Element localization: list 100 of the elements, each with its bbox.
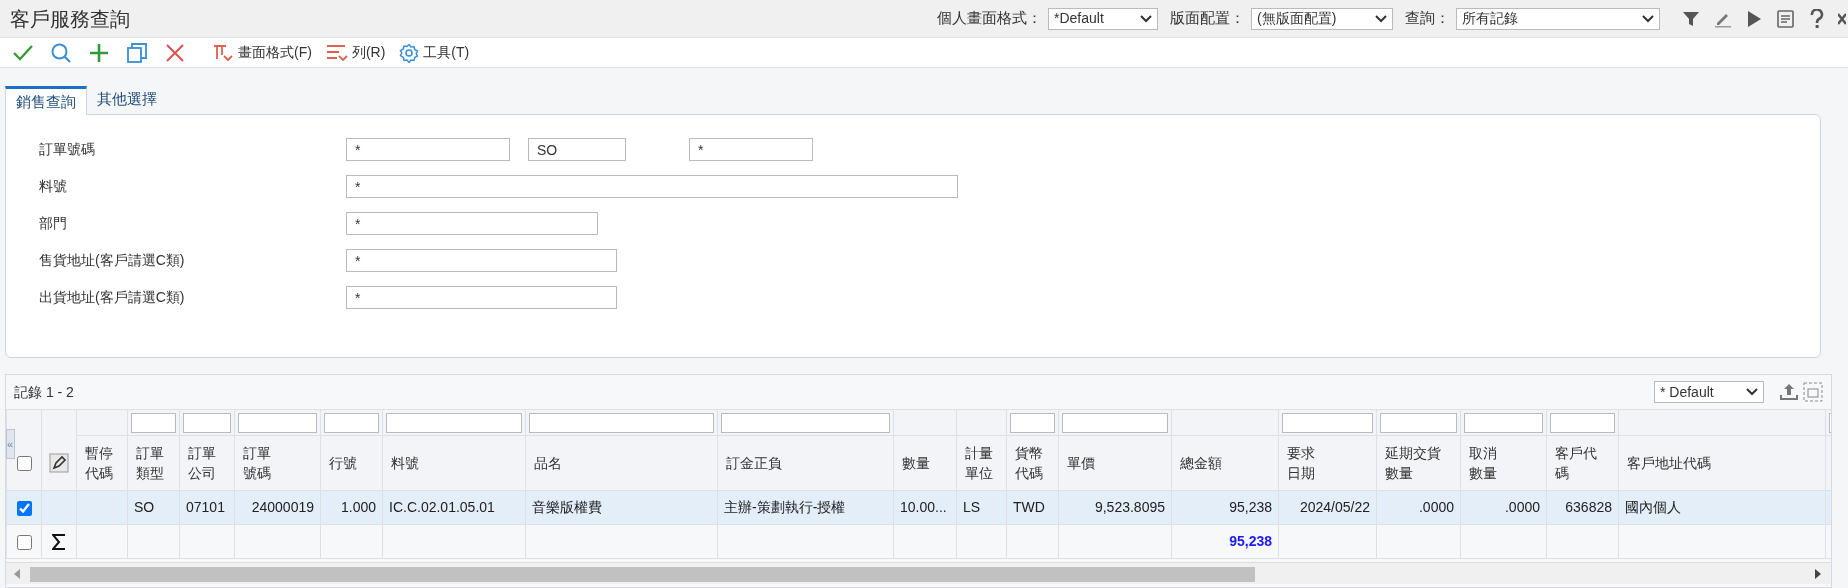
delete-icon[interactable]	[164, 41, 186, 64]
filter-field[interactable]	[131, 412, 176, 433]
table-cell: 95,238	[1171, 490, 1279, 525]
column-header[interactable]: 取消 數量	[1460, 435, 1547, 491]
search-icon[interactable]	[50, 41, 72, 64]
table-cell: 636828	[1546, 490, 1619, 525]
copy-icon[interactable]	[126, 41, 148, 64]
column-header[interactable]: 料號	[382, 435, 526, 491]
sum-icon	[52, 534, 66, 551]
column-header[interactable]: 訂金正負	[717, 435, 894, 491]
column-header[interactable]: 客戶代 碼	[1546, 435, 1619, 491]
column-header[interactable]: 要求 日期	[1278, 435, 1377, 491]
column-header[interactable]: 訂單 類型	[127, 435, 180, 491]
export-icon[interactable]	[1779, 383, 1799, 401]
table-cell: IC.C.02.01.05.01	[382, 490, 526, 525]
column-header[interactable]: 單價	[1058, 435, 1172, 491]
filter-field[interactable]	[324, 412, 379, 433]
filter-field[interactable]	[1282, 412, 1373, 433]
row-checkbox[interactable]	[16, 500, 32, 516]
filter-field[interactable]	[386, 412, 522, 433]
input-field[interactable]: SO	[528, 138, 626, 161]
columns-icon	[212, 42, 234, 63]
column-header[interactable]: 品名	[525, 435, 718, 491]
input-field[interactable]: *	[346, 212, 598, 235]
table-cell: SO	[127, 490, 180, 525]
chevron-icon	[1642, 14, 1654, 23]
scroll-right-icon[interactable]	[1815, 569, 1821, 579]
help-icon[interactable]	[1810, 8, 1824, 29]
chevron-icon	[1746, 388, 1758, 396]
input-field[interactable]: *	[346, 175, 958, 198]
table-cell: 07101	[179, 490, 235, 525]
column-header[interactable]: 行號	[320, 435, 383, 491]
table-cell: 2024/05/22	[1278, 490, 1377, 525]
gear-icon	[399, 42, 420, 63]
input-field[interactable]: *	[346, 249, 617, 272]
table-cell: LS	[956, 490, 1007, 525]
report-icon[interactable]	[1776, 8, 1796, 29]
edit-icon[interactable]	[49, 453, 69, 474]
table-cell: .0000	[1376, 490, 1461, 525]
horizontal-scrollbar[interactable]	[6, 562, 1831, 584]
fullscreen-icon[interactable]	[1803, 382, 1823, 402]
column-header[interactable]: 數量	[893, 435, 957, 491]
table-cell: 主辦-策劃執行-授權	[717, 490, 894, 525]
tab[interactable]: 其他選擇	[87, 85, 167, 114]
filter-field[interactable]	[1062, 412, 1168, 433]
total-cell: 95,238	[1171, 524, 1279, 559]
column-header[interactable]: 訂單 公司	[179, 435, 235, 491]
table-cell: 1.000	[320, 490, 383, 525]
input-field[interactable]: *	[346, 286, 617, 309]
dropdown[interactable]: *Default	[1048, 7, 1158, 30]
filter-field[interactable]	[183, 412, 231, 433]
window-title: 客戶服務查詢	[9, 6, 131, 32]
field-label: 出貨地址(客戶請選C類)	[38, 288, 186, 307]
table-cell: 音樂版權費	[525, 490, 718, 525]
field-label: 查詢：	[1405, 8, 1450, 29]
filter-field[interactable]	[721, 412, 890, 433]
column-header[interactable]: 暫停 代碼	[76, 435, 128, 491]
lines-icon	[325, 42, 348, 63]
table-cell: .0000	[1460, 490, 1547, 525]
play-icon[interactable]	[1746, 9, 1762, 28]
tab[interactable]: 銷售查詢	[5, 86, 87, 115]
menu-button[interactable]: 畫面格式(F)	[212, 42, 312, 63]
table-cell: TWD	[1006, 490, 1059, 525]
layout-select[interactable]: * Default	[1654, 381, 1764, 403]
input-field[interactable]: *	[346, 138, 510, 161]
field-label: 部門	[38, 214, 68, 233]
column-header[interactable]: 計量 單位	[956, 435, 1007, 491]
table-cell: 9,523.8095	[1058, 490, 1172, 525]
scroll-left-icon[interactable]	[14, 569, 20, 579]
field-label: 售貨地址(客戶請選C類)	[38, 251, 186, 270]
plus-icon[interactable]	[88, 41, 110, 64]
column-header[interactable]: 客戶地址代碼	[1618, 435, 1826, 491]
dropdown[interactable]: (無版面配置)	[1251, 7, 1393, 30]
field-label: 訂單號碼	[38, 140, 96, 159]
field-label: 料號	[38, 177, 68, 196]
filter-field[interactable]	[1010, 412, 1055, 433]
select-all-checkbox[interactable]	[16, 456, 32, 472]
menu-button[interactable]: 工具(T)	[399, 42, 470, 63]
table-cell: 24000019	[234, 490, 321, 525]
filter-field[interactable]	[1550, 412, 1615, 433]
filter-field[interactable]	[1380, 412, 1457, 433]
input-field[interactable]: *	[689, 138, 813, 161]
column-header[interactable]: 訂單 號碼	[234, 435, 321, 491]
filter-icon[interactable]	[1682, 9, 1700, 28]
chevron-icon	[1375, 14, 1387, 23]
column-header[interactable]: 總金額	[1171, 435, 1279, 491]
chevron-icon	[1140, 14, 1152, 23]
filter-field[interactable]	[529, 412, 714, 433]
column-header[interactable]: 延期交貨 數量	[1376, 435, 1461, 491]
field-label: 個人畫面格式：	[937, 8, 1042, 29]
dropdown[interactable]: 所有記錄	[1456, 7, 1660, 30]
column-header[interactable]: 貨幣 代碼	[1006, 435, 1059, 491]
filter-field[interactable]	[238, 412, 317, 433]
record-count: 記錄 1 - 2	[14, 382, 74, 402]
table-cell: 10.00...	[893, 490, 957, 525]
menu-button[interactable]: 列(R)	[325, 42, 386, 63]
filter-field[interactable]	[1464, 412, 1543, 433]
row-checkbox[interactable]	[16, 534, 32, 550]
field-label: 版面配置：	[1170, 8, 1245, 29]
table-cell: 國內個人	[1618, 490, 1826, 525]
